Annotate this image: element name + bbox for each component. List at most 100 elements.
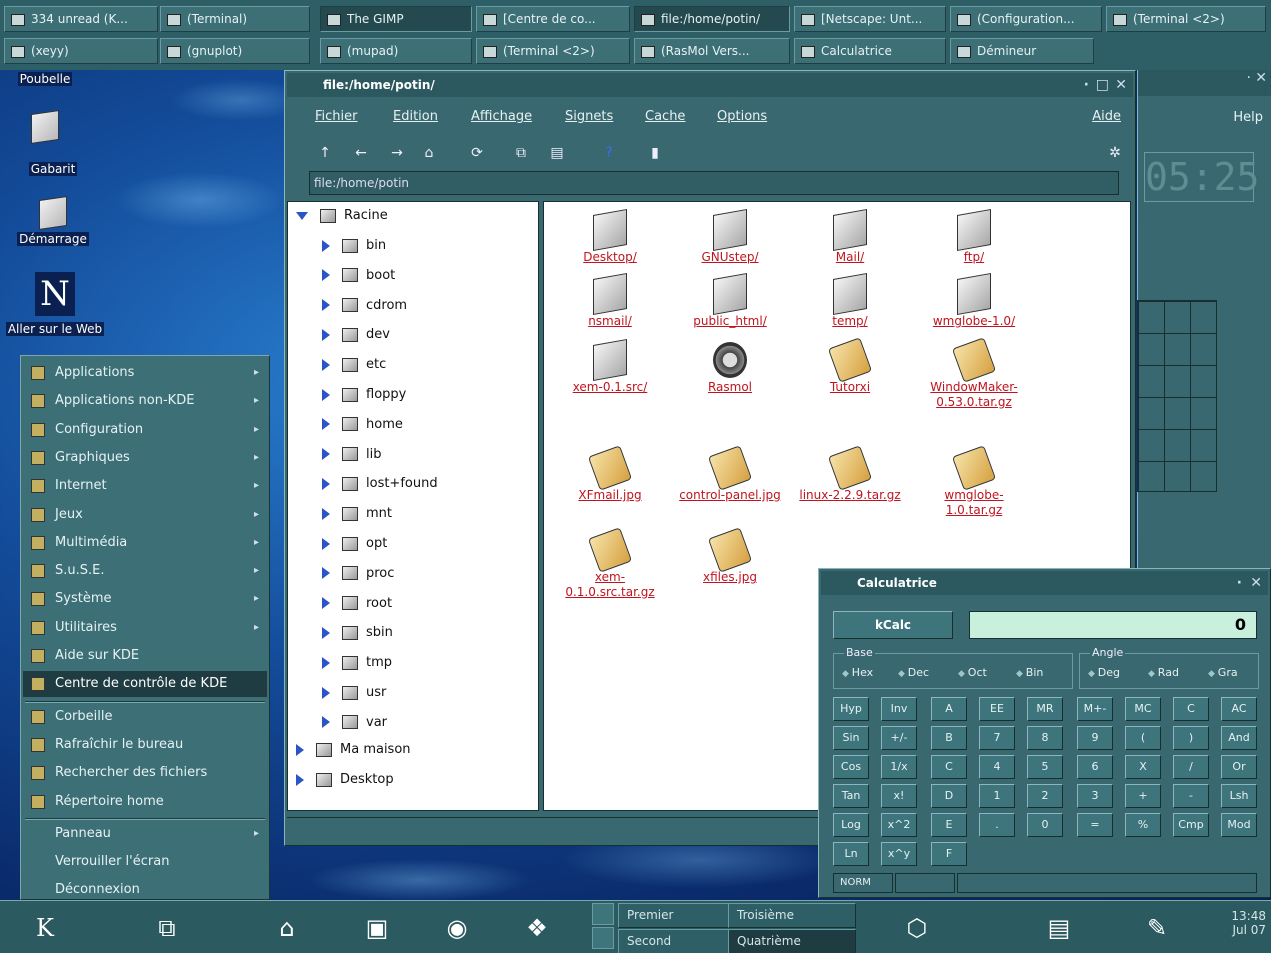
menu-item[interactable]: Applications non-KDE ▸ <box>23 388 267 414</box>
file-item[interactable]: nsmail/ <box>554 273 666 329</box>
file-item[interactable]: public_html/ <box>674 273 786 329</box>
calc-key[interactable]: x^2 <box>881 813 917 837</box>
kcalc-button[interactable]: kCalc <box>833 611 953 639</box>
calc-key[interactable]: 1 <box>979 784 1015 808</box>
minimize-icon[interactable]: · <box>1084 73 1089 97</box>
menu-item[interactable]: Utilitaires ▸ <box>23 615 267 641</box>
task-calculator[interactable]: Calculatrice <box>794 38 946 64</box>
calc-key[interactable]: 3 <box>1077 784 1113 808</box>
editor-icon[interactable]: ✎ <box>1140 911 1174 945</box>
tree-node-boot[interactable]: boot <box>322 266 395 286</box>
tree-node-cdrom[interactable]: cdrom <box>322 296 407 316</box>
close-icon[interactable]: ✕ <box>1115 73 1127 97</box>
calc-key[interactable]: Cos <box>833 755 869 779</box>
tree-node-lib[interactable]: lib <box>322 445 381 465</box>
task-gnuplot[interactable]: (gnuplot) <box>160 38 310 64</box>
file-item[interactable]: Mail/ <box>794 209 906 265</box>
settings-gear-icon[interactable]: ✲ <box>1105 143 1125 163</box>
forward-arrow-icon[interactable]: → <box>387 143 407 163</box>
calc-key[interactable]: +/- <box>881 726 917 750</box>
calc-key[interactable]: Lsh <box>1221 784 1257 808</box>
calc-key[interactable]: Tan <box>833 784 869 808</box>
calc-key[interactable]: MR <box>1027 697 1063 721</box>
menu-item[interactable]: Répertoire home <box>23 789 267 815</box>
calc-key[interactable]: E <box>931 813 967 837</box>
menu-options[interactable]: Options <box>717 109 767 124</box>
help-label[interactable]: Help <box>1233 110 1263 125</box>
task-xeyes[interactable]: (xeyy) <box>4 38 158 64</box>
tree-node-root[interactable]: root <box>322 594 392 614</box>
menu-item[interactable]: Verrouiller l'écran <box>23 849 267 875</box>
tree-node-home[interactable]: home <box>322 415 403 435</box>
menu-item[interactable]: Graphiques ▸ <box>23 445 267 471</box>
home-icon[interactable]: ⌂ <box>419 143 439 163</box>
kde-k-menu-icon[interactable]: K <box>28 911 62 945</box>
close-icon[interactable]: ✕ <box>1255 70 1267 86</box>
file-item[interactable]: xem-0.1.0.src.tar.gz <box>554 527 666 600</box>
task-minesweeper[interactable]: Démineur <box>950 38 1094 64</box>
task-terminal-2[interactable]: (Terminal <2>) <box>1106 6 1266 32</box>
tree-node-etc[interactable]: etc <box>322 355 386 375</box>
stop-icon[interactable]: ▮ <box>645 143 665 163</box>
calc-key[interactable]: C <box>931 755 967 779</box>
tree-node-mnt[interactable]: mnt <box>322 504 392 524</box>
close-icon[interactable]: ✕ <box>1250 571 1262 595</box>
file-item[interactable]: Rasmol <box>674 342 786 395</box>
calc-key[interactable]: 4 <box>979 755 1015 779</box>
task-netscape[interactable]: [Netscape: Unt... <box>794 6 946 32</box>
task-terminal-3[interactable]: (Terminal <2>) <box>476 38 630 64</box>
calc-key[interactable]: C <box>1173 697 1209 721</box>
tree-node-proc[interactable]: proc <box>322 564 394 584</box>
calc-key[interactable]: A <box>931 697 967 721</box>
up-arrow-icon[interactable]: ↑ <box>315 143 335 163</box>
file-item[interactable]: Tutorxi <box>794 337 906 395</box>
tree-node-home[interactable]: Ma maison <box>296 740 411 760</box>
menu-aide[interactable]: Aide <box>1092 109 1121 124</box>
desktop-trash[interactable]: Poubelle <box>0 72 90 146</box>
mount-icon[interactable]: ⬡ <box>900 911 934 945</box>
desktop-template[interactable]: Gabarit <box>8 162 98 176</box>
menu-item[interactable]: Rechercher des fichiers <box>23 760 267 786</box>
calc-key[interactable]: + <box>1125 784 1161 808</box>
calc-key[interactable]: Inv <box>881 697 917 721</box>
copy-icon[interactable]: ⧉ <box>511 143 531 163</box>
calc-key[interactable]: EE <box>979 697 1015 721</box>
minimize-icon[interactable]: · <box>1237 571 1242 595</box>
tree-node-bin[interactable]: bin <box>322 236 386 256</box>
calc-key[interactable]: Mod <box>1221 813 1257 837</box>
calc-key[interactable]: - <box>1173 784 1209 808</box>
menu-item[interactable]: Aide sur KDE <box>23 643 267 669</box>
calc-key[interactable]: Log <box>833 813 869 837</box>
task-control-center[interactable]: [Centre de co... <box>476 6 630 32</box>
radio-oct[interactable]: Oct <box>958 666 987 679</box>
tree-node-floppy[interactable]: floppy <box>322 385 406 405</box>
calc-key[interactable]: AC <box>1221 697 1257 721</box>
menu-item[interactable]: Multimédia ▸ <box>23 530 267 556</box>
task-file-manager[interactable]: file:/home/potin/ <box>634 6 790 32</box>
tree-node-sbin[interactable]: sbin <box>322 623 393 643</box>
calc-key[interactable]: 5 <box>1027 755 1063 779</box>
tree-node-usr[interactable]: usr <box>322 683 386 703</box>
desktop-2-button[interactable]: Second <box>618 929 746 953</box>
help-icon[interactable]: ? <box>599 143 619 163</box>
menu-item[interactable]: Rafraîchir le bureau <box>23 732 267 758</box>
menu-item[interactable]: S.u.S.E. ▸ <box>23 558 267 584</box>
menu-signets[interactable]: Signets <box>565 109 613 124</box>
reload-icon[interactable]: ⟳ <box>467 143 487 163</box>
file-manager-titlebar[interactable]: file:/home/potin/ · □ ✕ <box>287 73 1133 97</box>
minimize-icon[interactable]: · <box>1247 70 1251 86</box>
menu-item[interactable]: Internet ▸ <box>23 473 267 499</box>
calc-key[interactable]: D <box>931 784 967 808</box>
desktop-3-button[interactable]: Troisième <box>728 903 856 928</box>
task-terminal[interactable]: (Terminal) <box>160 6 310 32</box>
package-icon[interactable]: ❖ <box>520 911 554 945</box>
calc-key[interactable]: 8 <box>1027 726 1063 750</box>
radio-dec[interactable]: Dec <box>898 666 929 679</box>
menu-cache[interactable]: Cache <box>645 109 685 124</box>
calc-key[interactable]: ( <box>1125 726 1161 750</box>
home-folder-icon[interactable]: ⌂ <box>270 911 304 945</box>
calc-key[interactable]: 2 <box>1027 784 1063 808</box>
file-item[interactable]: ftp/ <box>918 209 1030 265</box>
tree-node-dev[interactable]: dev <box>322 325 390 345</box>
desktop-web[interactable]: N Aller sur le Web <box>0 272 110 336</box>
